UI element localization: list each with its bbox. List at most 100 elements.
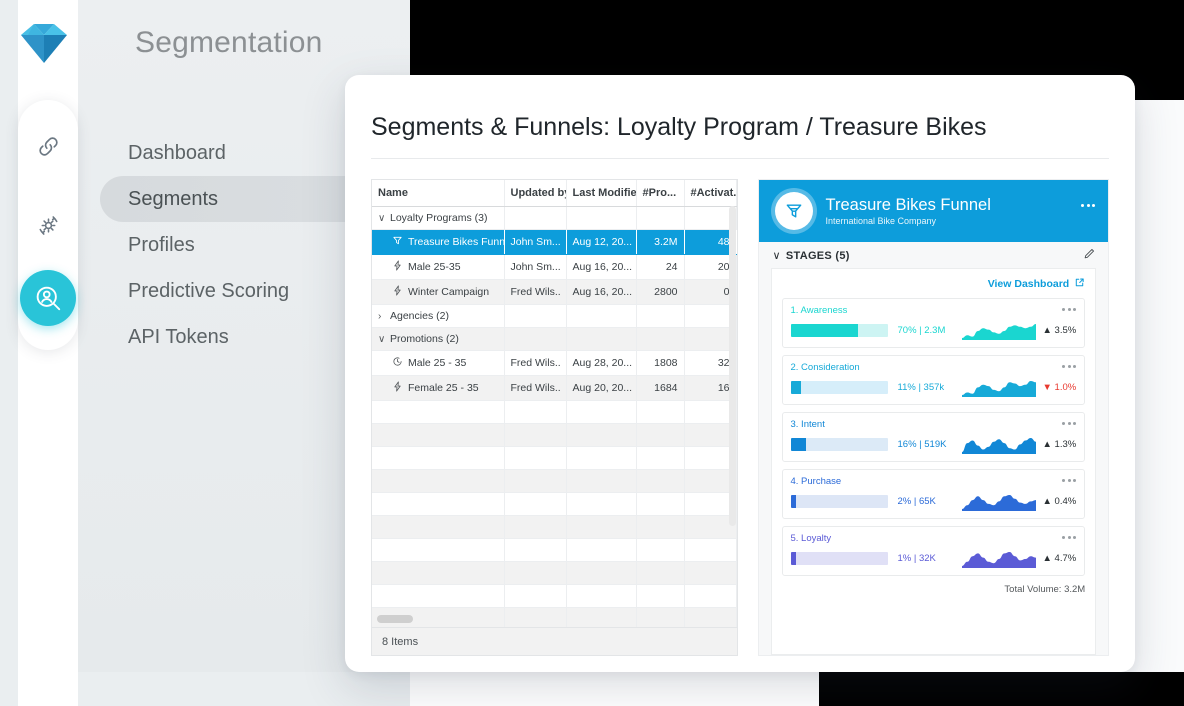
table-empty-row (372, 447, 736, 470)
person-search-icon[interactable] (20, 270, 76, 326)
table-horizontal-scrollbar[interactable] (377, 615, 413, 623)
stage-value-label: 11% | 357k (898, 382, 956, 393)
stage-progress-bar (791, 438, 888, 451)
table-empty-row (372, 539, 736, 562)
group-caret-icon[interactable]: ∨ (378, 213, 390, 224)
funnel-header: Treasure Bikes Funnel International Bike… (759, 180, 1109, 242)
stage-delta-label: ▼ 1.0% (1043, 382, 1077, 393)
stage-progress-fill (791, 324, 859, 337)
column-header-activations[interactable]: #Activat... (684, 180, 736, 207)
table-vertical-scrollbar[interactable] (729, 206, 736, 526)
stage-progress-fill (791, 495, 797, 508)
row-name-label: Female 25 - 35 (408, 382, 479, 394)
group-caret-icon[interactable]: › (378, 311, 390, 322)
cell-name[interactable]: Female 25 - 35 (372, 376, 504, 401)
stage-name: 3. Intent (791, 419, 1077, 430)
table-footer: 8 Items (372, 627, 737, 655)
stage-card[interactable]: 3. Intent 16% | 519K ▲ 1.3% (782, 412, 1086, 462)
stage-progress-bar (791, 552, 888, 565)
column-header-profiles[interactable]: #Pro... (636, 180, 684, 207)
group-label[interactable]: ∨Loyalty Programs (3) (372, 207, 504, 230)
cell-updated-by: John Sm... (504, 255, 566, 280)
stage-delta-label: ▲ 4.7% (1043, 553, 1077, 564)
stages-label[interactable]: ∨STAGES (5) (773, 249, 850, 262)
column-header-updated-by[interactable]: Updated by (504, 180, 566, 207)
stage-value-label: 70% | 2.3M (898, 325, 956, 336)
bolt-icon (392, 285, 408, 299)
cell-name[interactable]: Winter Campaign (372, 280, 504, 305)
funnel-panel: Treasure Bikes Funnel International Bike… (758, 179, 1110, 656)
stage-progress-fill (791, 381, 802, 394)
stage-delta-label: ▲ 3.5% (1043, 325, 1077, 336)
stage-card[interactable]: 4. Purchase 2% | 65K ▲ 0.4% (782, 469, 1086, 519)
table-row[interactable]: Male 25 - 35Fred Wils..Aug 28, 20...1808… (372, 351, 736, 376)
table-group-row[interactable]: ∨Promotions (2) (372, 328, 736, 351)
column-header-name[interactable]: Name (372, 180, 504, 207)
stage-card[interactable]: 2. Consideration11% | 357k▼ 1.0% (782, 355, 1086, 405)
more-options-icon[interactable] (1081, 204, 1095, 207)
table-empty-row (372, 470, 736, 493)
item-count-label: 8 Items (382, 636, 418, 648)
stage-card[interactable]: 1. Awareness70% | 2.3M▲ 3.5% (782, 298, 1086, 348)
stage-progress-bar (791, 495, 888, 508)
cell-name[interactable]: Male 25 - 35 (372, 351, 504, 376)
funnel-subtitle: International Bike Company (826, 216, 991, 226)
gear-sync-icon[interactable] (24, 201, 72, 249)
stage-card[interactable]: 5. Loyalty1% | 32K▲ 4.7% (782, 526, 1086, 576)
background-black-bottom (819, 672, 1184, 706)
pencil-icon[interactable] (1083, 247, 1096, 263)
bolt-icon (392, 260, 408, 274)
table-empty-row (372, 401, 736, 424)
row-name-label: Male 25-35 (408, 261, 461, 273)
cell-updated-by: Fred Wils.. (504, 280, 566, 305)
table-group-row[interactable]: ∨Loyalty Programs (3) (372, 207, 736, 230)
cell-name[interactable]: Male 25-35 (372, 255, 504, 280)
stage-sparkline (962, 378, 1036, 397)
more-options-icon[interactable] (1062, 536, 1076, 539)
link-chain-icon[interactable] (24, 122, 72, 170)
stage-progress-bar (791, 381, 888, 394)
table-group-row[interactable]: ›Agencies (2) (372, 305, 736, 328)
more-options-icon[interactable] (1062, 365, 1076, 368)
stage-value-label: 16% | 519K (898, 439, 956, 450)
group-label[interactable]: ›Agencies (2) (372, 305, 504, 328)
more-options-icon[interactable] (1062, 308, 1076, 311)
stage-delta-label: ▲ 1.3% (1043, 439, 1077, 450)
view-dashboard-link[interactable]: View Dashboard (782, 277, 1086, 291)
table-empty-row (372, 585, 736, 608)
table-header-row: Name Updated by Last Modified #Pro... #A… (372, 180, 736, 207)
stage-delta-label: ▲ 0.4% (1043, 496, 1077, 507)
cell-name[interactable]: Treasure Bikes Funnel (372, 230, 504, 255)
table-row[interactable]: Treasure Bikes FunnelJohn Sm...Aug 12, 2… (372, 230, 736, 255)
cell-updated-by: Fred Wils.. (504, 376, 566, 401)
icon-rail (18, 100, 78, 350)
view-dashboard-label: View Dashboard (988, 278, 1070, 290)
segments-table-element: Name Updated by Last Modified #Pro... #A… (372, 180, 737, 654)
stage-sparkline (962, 321, 1036, 340)
stage-value-label: 2% | 65K (898, 496, 956, 507)
clock-icon (392, 356, 408, 370)
table-row[interactable]: Male 25-35John Sm...Aug 16, 20...2420 (372, 255, 736, 280)
stage-list: 1. Awareness70% | 2.3M▲ 3.5%2. Considera… (782, 298, 1086, 583)
table-row[interactable]: Winter CampaignFred Wils..Aug 16, 20...2… (372, 280, 736, 305)
column-header-last-modified[interactable]: Last Modified (566, 180, 636, 207)
sidebar-item-label: Profiles (128, 234, 195, 257)
cell-last-modified: Aug 16, 20... (566, 280, 636, 305)
row-name-label: Treasure Bikes Funnel (408, 236, 504, 248)
stage-sparkline (962, 549, 1036, 568)
table-row[interactable]: Female 25 - 35Fred Wils..Aug 20, 20...16… (372, 376, 736, 401)
row-name-label: Male 25 - 35 (408, 357, 466, 369)
stage-name: 4. Purchase (791, 476, 1077, 487)
group-caret-icon[interactable]: ∨ (378, 334, 390, 345)
stage-value-label: 1% | 32K (898, 553, 956, 564)
table-empty-row (372, 562, 736, 585)
more-options-icon[interactable] (1062, 422, 1076, 425)
segments-table: Name Updated by Last Modified #Pro... #A… (371, 179, 738, 656)
more-options-icon[interactable] (1062, 479, 1076, 482)
cell-profiles: 2800 (636, 280, 684, 305)
stage-sparkline (962, 435, 1036, 454)
group-label[interactable]: ∨Promotions (2) (372, 328, 504, 351)
screenshot-root: Segmentation (0, 0, 1184, 706)
cell-profiles: 24 (636, 255, 684, 280)
sidebar-item-label: Segments (128, 188, 218, 211)
